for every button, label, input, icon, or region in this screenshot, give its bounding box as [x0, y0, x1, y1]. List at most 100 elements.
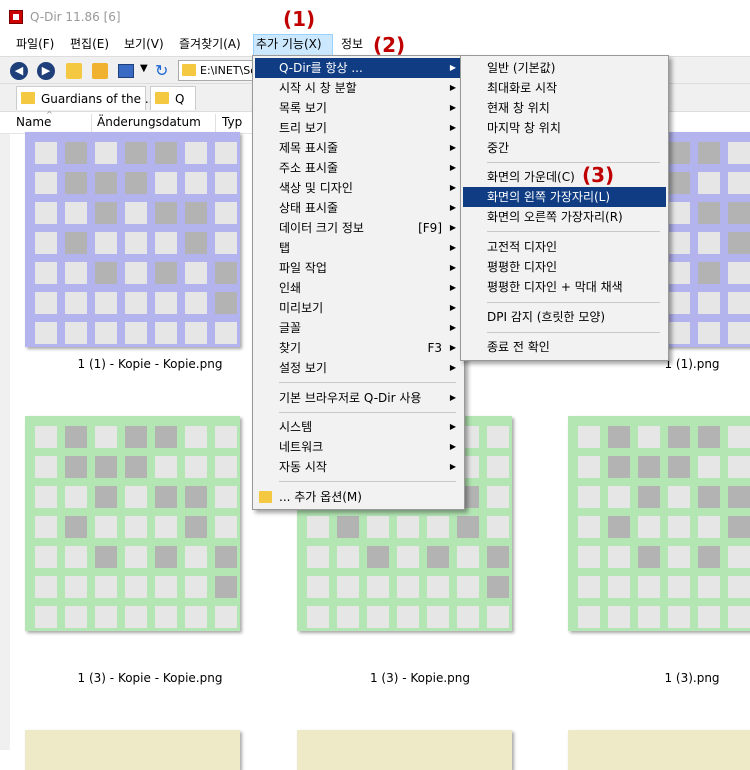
thumbnail-image[interactable] — [25, 416, 240, 631]
menu-item-settings-view[interactable]: 설정 보기 ▶ — [255, 358, 462, 378]
thumbnail-image[interactable] — [568, 416, 750, 631]
grid-cell — [35, 486, 57, 508]
menu-info[interactable]: 정보 — [339, 34, 365, 56]
thumbnail-image[interactable] — [297, 730, 512, 770]
menu-file[interactable]: 파일(F) — [14, 34, 56, 56]
grid-cell — [337, 606, 359, 628]
submenu-item-classic-design[interactable]: 고전적 디자인 — [463, 237, 666, 257]
grid-cell — [35, 606, 57, 628]
submenu-item-flat-design[interactable]: 평평한 디자인 — [463, 257, 666, 277]
column-date[interactable]: Änderungsdatum — [97, 115, 201, 129]
refresh-icon[interactable]: ↻ — [155, 61, 168, 80]
submenu-item-center[interactable]: 화면의 가운데(C) — [463, 167, 666, 187]
grid-cell — [155, 142, 177, 164]
grid-cell — [185, 606, 207, 628]
grid-cell — [608, 606, 630, 628]
always-submenu: 일반 (기본값) 최대화로 시작 현재 창 위치 마지막 창 위치 중간 화면의… — [460, 55, 669, 361]
grid-cell — [125, 322, 147, 344]
menu-favorites[interactable]: 즐겨찾기(A) — [177, 34, 243, 56]
tab-guardians[interactable]: Guardians of the ... — [16, 86, 156, 110]
view-dropdown-icon[interactable]: ▼ — [140, 63, 148, 81]
grid-cell — [638, 546, 660, 568]
menu-item-always[interactable]: Q-Dir를 항상 ... ▶ — [255, 58, 462, 78]
menu-item-split[interactable]: 시작 시 창 분할 ▶ — [255, 78, 462, 98]
grid-cell — [125, 142, 147, 164]
menu-item-autostart[interactable]: 자동 시작 ▶ — [255, 457, 462, 477]
grid-cell — [35, 426, 57, 448]
grid-cell — [578, 516, 600, 538]
submenu-item-confirm-exit[interactable]: 종료 전 확인 — [463, 337, 666, 357]
menu-separator — [487, 231, 660, 232]
forward-arrow-icon[interactable]: ▶ — [37, 62, 55, 80]
grid-cell — [457, 606, 479, 628]
menu-item-title-bar[interactable]: 제목 표시줄 ▶ — [255, 138, 462, 158]
thumbnail-caption: 1 (3) - Kopie.png — [369, 671, 470, 685]
submenu-item-flat-colored[interactable]: 평평한 디자인 + 막대 채색 — [463, 277, 666, 297]
extras-menu: Q-Dir를 항상 ... ▶ 시작 시 창 분할 ▶ 목록 보기 ▶ 트리 보기 ▶ … — [252, 55, 465, 510]
grid-cell — [125, 546, 147, 568]
submenu-arrow-icon: ▶ — [449, 343, 456, 352]
menu-item-file-ops[interactable]: 파일 작업 ▶ — [255, 258, 462, 278]
grid-cell — [65, 262, 87, 284]
grid-cell — [65, 576, 87, 598]
annotation-3: (3) — [582, 163, 615, 187]
menu-item-network[interactable]: 네트워크 ▶ — [255, 437, 462, 457]
column-type[interactable]: Typ — [222, 115, 242, 129]
thumbnail-image[interactable] — [25, 730, 240, 770]
submenu-item-dpi[interactable]: DPI 감지 (흐릿한 모양) — [463, 307, 666, 327]
grid-cell — [95, 322, 117, 344]
grid-cell — [668, 606, 690, 628]
grid-cell — [397, 516, 419, 538]
menu-edit[interactable]: 편집(E) — [68, 34, 111, 56]
annotation-2: (2) — [373, 33, 406, 57]
column-name[interactable]: Name — [16, 115, 51, 129]
menu-item-list-view[interactable]: 목록 보기 ▶ — [255, 98, 462, 118]
submenu-item-last-pos[interactable]: 마지막 창 위치 — [463, 118, 666, 138]
grid-cell — [487, 486, 509, 508]
grid-cell — [185, 232, 207, 254]
menu-item-default-browser[interactable]: 기본 브라우저로 Q-Dir 사용 ▶ — [255, 388, 462, 408]
menu-item-address-bar[interactable]: 주소 표시줄 ▶ — [255, 158, 462, 178]
menu-item-tree-view[interactable]: 트리 보기 ▶ — [255, 118, 462, 138]
submenu-item-maximized[interactable]: 최대화로 시작 — [463, 78, 666, 98]
menu-item-find[interactable]: 찾기 F3 ▶ — [255, 338, 462, 358]
address-path: E:\INET\So — [200, 64, 257, 77]
grid-cell — [35, 576, 57, 598]
thumbnail-image[interactable] — [25, 132, 240, 347]
grid-cell — [215, 292, 237, 314]
column-divider[interactable] — [215, 114, 216, 132]
menu-item-data-size[interactable]: 데이터 크기 정보 [F9] ▶ — [255, 218, 462, 238]
submenu-item-default[interactable]: 일반 (기본값) — [463, 58, 666, 78]
menu-item-preview[interactable]: 미리보기 ▶ — [255, 298, 462, 318]
grid-cell — [427, 516, 449, 538]
menu-item-print[interactable]: 인쇄 ▶ — [255, 278, 462, 298]
view-icon[interactable] — [118, 64, 134, 78]
menu-view[interactable]: 보기(V) — [122, 34, 166, 56]
column-divider[interactable] — [91, 114, 92, 132]
pixel-grid — [35, 426, 237, 628]
back-arrow-icon[interactable]: ◀ — [10, 62, 28, 80]
submenu-item-right-edge[interactable]: 화면의 오른쪽 가장자리(R) — [463, 207, 666, 227]
grid-cell — [65, 606, 87, 628]
grid-cell — [65, 202, 87, 224]
grid-cell — [185, 262, 207, 284]
menu-item-more-options[interactable]: ... 추가 옵션(M) — [255, 487, 462, 507]
grid-cell — [185, 172, 207, 194]
grid-cell — [65, 322, 87, 344]
title-bar: Q-Dir 11.86 [6] — [0, 0, 750, 34]
menu-extras[interactable]: 추가 기능(X) — [253, 34, 333, 56]
tab-q[interactable]: Q — [150, 86, 196, 110]
menu-item-system[interactable]: 시스템 ▶ — [255, 417, 462, 437]
submenu-item-current-pos[interactable]: 현재 창 위치 — [463, 98, 666, 118]
grid-cell — [65, 292, 87, 314]
menu-item-colors[interactable]: 색상 및 디자인 ▶ — [255, 178, 462, 198]
grid-cell — [35, 142, 57, 164]
thumbnail-image[interactable] — [568, 730, 750, 770]
submenu-item-left-edge[interactable]: 화면의 왼쪽 가장자리(L) — [463, 187, 666, 207]
menu-item-tabs[interactable]: 탭 ▶ — [255, 238, 462, 258]
folder-up-icon[interactable] — [66, 63, 82, 79]
submenu-item-middle[interactable]: 중간 — [463, 138, 666, 158]
menu-item-font[interactable]: 글꼴 ▶ — [255, 318, 462, 338]
new-folder-icon[interactable] — [92, 63, 108, 79]
menu-item-status-bar[interactable]: 상태 표시줄 ▶ — [255, 198, 462, 218]
